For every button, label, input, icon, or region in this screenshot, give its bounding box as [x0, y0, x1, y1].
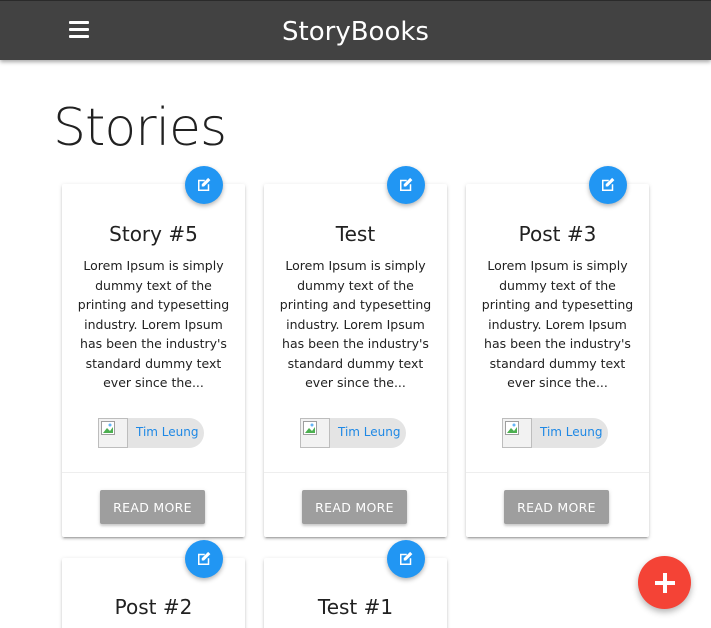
author-chip[interactable]: Tim Leung	[300, 418, 406, 448]
avatar	[98, 418, 128, 448]
story-title: Test #1	[317, 595, 394, 619]
edit-button[interactable]	[387, 166, 425, 204]
read-more-button[interactable]: Read More	[302, 490, 407, 524]
brand-logo[interactable]: StoryBooks	[0, 17, 711, 47]
broken-image-icon	[303, 421, 317, 435]
author-chip[interactable]: Tim Leung	[98, 418, 204, 448]
avatar	[300, 418, 330, 448]
edit-button[interactable]	[185, 540, 223, 578]
story-card: Post #3 Lorem Ipsum is simply dummy text…	[466, 166, 649, 538]
broken-image-icon	[505, 421, 519, 435]
add-icon	[654, 572, 675, 593]
author-link[interactable]: Tim Leung	[540, 425, 602, 439]
navbar: StoryBooks	[0, 0, 711, 60]
avatar	[502, 418, 532, 448]
card-action: Read More	[466, 472, 649, 538]
author-chip[interactable]: Tim Leung	[502, 418, 608, 448]
story-title: Post #3	[518, 222, 597, 246]
story-card: Post #2	[62, 540, 245, 628]
edit-icon	[198, 177, 211, 191]
story-excerpt: Lorem Ipsum is simply dummy text of the …	[279, 258, 432, 390]
author-link[interactable]: Tim Leung	[136, 425, 198, 439]
edit-icon	[400, 177, 413, 191]
read-more-button[interactable]: Read More	[100, 490, 205, 524]
card-action: Read More	[62, 472, 245, 538]
edit-icon	[602, 177, 615, 191]
edit-button[interactable]	[387, 540, 425, 578]
story-excerpt: Lorem Ipsum is simply dummy text of the …	[481, 258, 634, 390]
edit-icon	[198, 551, 211, 565]
edit-button[interactable]	[589, 166, 627, 204]
story-card: Test #1	[264, 540, 447, 628]
story-title: Test	[335, 222, 376, 246]
story-title: Post #2	[114, 595, 193, 619]
story-card: Story #5 Lorem Ipsum is simply dummy tex…	[62, 166, 245, 538]
author-link[interactable]: Tim Leung	[338, 425, 400, 439]
broken-image-icon	[101, 421, 115, 435]
edit-icon	[400, 551, 413, 565]
story-title: Story #5	[109, 222, 198, 246]
story-card: Test Lorem Ipsum is simply dummy text of…	[264, 166, 447, 538]
story-excerpt: Lorem Ipsum is simply dummy text of the …	[77, 258, 230, 390]
read-more-button[interactable]: Read More	[504, 490, 609, 524]
card-action: Read More	[264, 472, 447, 538]
page-title: Stories	[53, 98, 227, 158]
edit-button[interactable]	[185, 166, 223, 204]
add-story-button[interactable]	[638, 556, 691, 609]
